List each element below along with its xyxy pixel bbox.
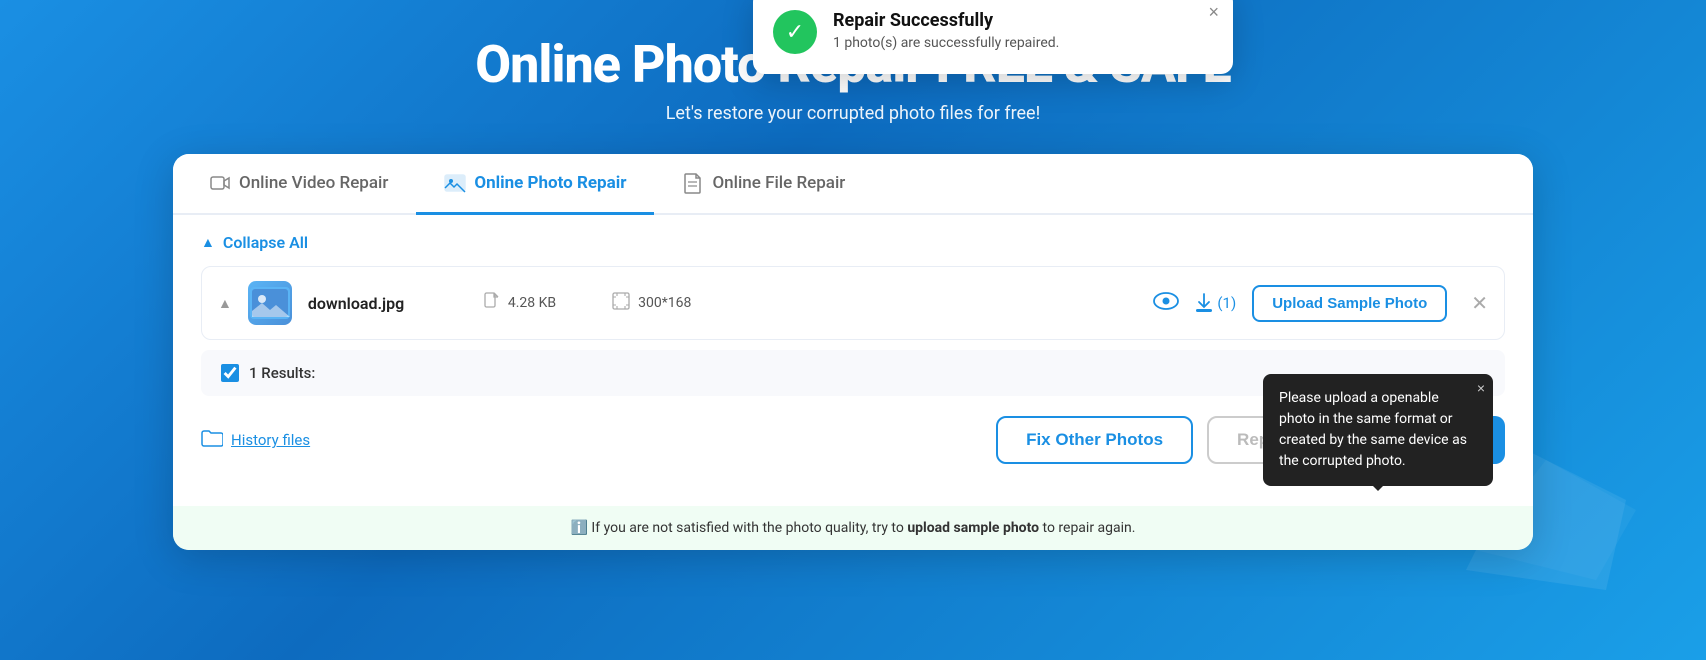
preview-eye-icon[interactable] bbox=[1153, 291, 1179, 316]
file-size: 4.28 KB bbox=[508, 295, 556, 311]
photo-icon bbox=[444, 172, 466, 194]
toast-subtitle: 1 photo(s) are successfully repaired. bbox=[833, 35, 1059, 51]
collapse-all-button[interactable]: ▲ Collapse All bbox=[201, 215, 1505, 266]
main-card: × Please upload a openable photo in the … bbox=[173, 154, 1533, 550]
file-actions: (1) Upload Sample Photo ✕ bbox=[1153, 285, 1488, 322]
success-icon: ✓ bbox=[773, 10, 817, 54]
hero-subtitle: Let's restore your corrupted photo files… bbox=[475, 103, 1230, 124]
success-toast: ✓ Repair Successfully 1 photo(s) are suc… bbox=[753, 0, 1233, 74]
results-label: 1 Results: bbox=[249, 364, 315, 382]
history-files-label: History files bbox=[231, 431, 310, 449]
history-files-link[interactable]: History files bbox=[201, 428, 310, 452]
fix-other-photos-button[interactable]: Fix Other Photos bbox=[996, 416, 1193, 464]
file-close-button[interactable]: ✕ bbox=[1471, 291, 1488, 315]
tooltip-close-button[interactable]: × bbox=[1477, 380, 1485, 396]
video-icon bbox=[209, 172, 231, 194]
toast-close-button[interactable]: × bbox=[1208, 2, 1219, 23]
download-count-button[interactable]: (1) bbox=[1195, 293, 1236, 313]
file-size-meta: 4.28 KB bbox=[484, 292, 556, 314]
upload-sample-photo-button[interactable]: Upload Sample Photo bbox=[1252, 285, 1447, 322]
results-checkbox[interactable] bbox=[221, 364, 239, 382]
download-count: (1) bbox=[1217, 294, 1236, 312]
file-thumbnail bbox=[248, 281, 292, 325]
file-dimensions: 300*168 bbox=[638, 295, 691, 311]
tab-file-repair[interactable]: Online File Repair bbox=[654, 154, 873, 215]
file-name: download.jpg bbox=[308, 294, 468, 313]
tab-video-repair[interactable]: Online Video Repair bbox=[181, 154, 416, 215]
tooltip-text: Please upload a openable photo in the sa… bbox=[1279, 390, 1467, 469]
footer-note-bold: upload sample photo bbox=[907, 520, 1039, 536]
tab-photo-label: Online Photo Repair bbox=[474, 173, 626, 193]
file-row-chevron-icon[interactable]: ▲ bbox=[218, 295, 232, 312]
tab-video-label: Online Video Repair bbox=[239, 173, 388, 193]
file-icon bbox=[682, 172, 704, 194]
file-size-icon bbox=[484, 292, 500, 314]
tab-bar: Online Video Repair Online Photo Repair bbox=[173, 154, 1533, 215]
tooltip-box: × Please upload a openable photo in the … bbox=[1263, 374, 1493, 486]
file-dimensions-meta: 300*168 bbox=[612, 292, 691, 314]
toast-title: Repair Successfully bbox=[833, 10, 1059, 31]
dimensions-icon bbox=[612, 292, 630, 314]
tab-file-label: Online File Repair bbox=[712, 173, 845, 193]
history-folder-icon bbox=[201, 428, 223, 452]
file-row: ▲ download.jpg 4.28 KB bbox=[201, 266, 1505, 340]
collapse-chevron-icon: ▲ bbox=[201, 234, 215, 251]
toast-content: Repair Successfully 1 photo(s) are succe… bbox=[833, 10, 1059, 51]
tab-photo-repair[interactable]: Online Photo Repair bbox=[416, 154, 654, 215]
footer-note: ℹ️ If you are not satisfied with the pho… bbox=[173, 506, 1533, 550]
collapse-all-label: Collapse All bbox=[223, 233, 308, 252]
